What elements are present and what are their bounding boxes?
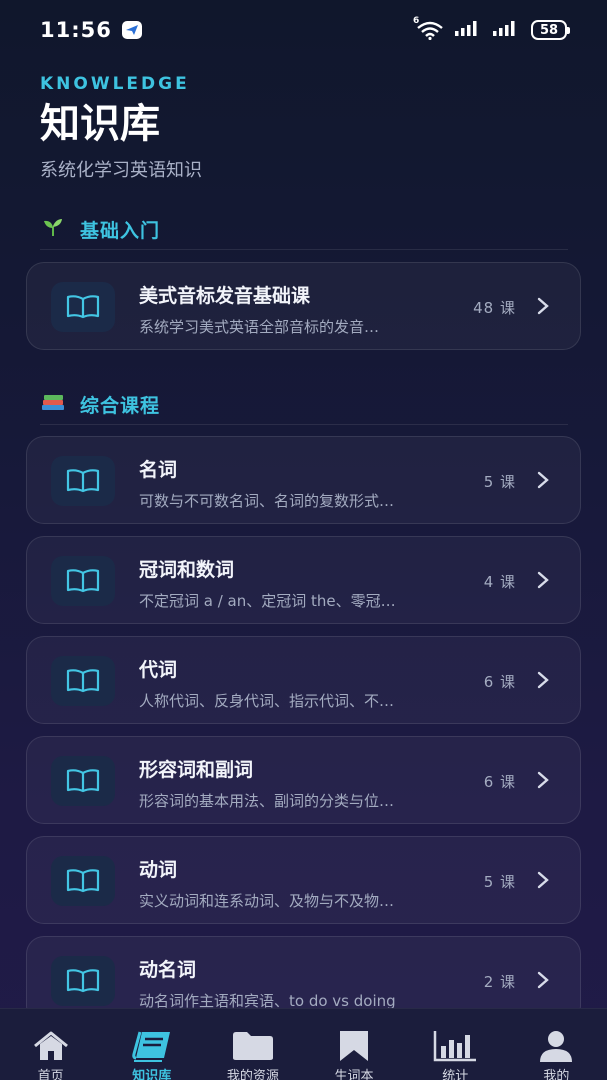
page-subtitle: 系统化学习英语知识 <box>40 160 202 181</box>
tab-me[interactable]: 我的 <box>508 1029 604 1080</box>
tab-my-resources[interactable]: 我的资源 <box>205 1029 301 1080</box>
card-text: 名词 可数与不可数名词、名词的复数形式… <box>139 455 469 511</box>
chevron-right-icon <box>537 871 549 889</box>
open-book-icon <box>51 656 115 706</box>
chevron-right-icon <box>537 571 549 589</box>
card-title: 美式音标发音基础课 <box>139 285 311 307</box>
card-text: 美式音标发音基础课 系统学习美式英语全部音标的发音… <box>139 281 469 337</box>
section-title: 基础入门 <box>80 220 161 242</box>
card-title: 代词 <box>139 659 178 681</box>
lesson-count: 6 课 <box>483 673 516 691</box>
notification-app-icon <box>121 21 142 39</box>
course-card-pronouns[interactable]: 代词 人称代词、反身代词、指示代词、不… 6 课 <box>26 636 581 724</box>
page-header: KNOWLEDGE 知识库 系统化学习英语知识 <box>40 74 202 182</box>
card-text: 形容词和副词 形容词的基本用法、副词的分类与位… <box>139 755 469 811</box>
tab-label: 知识库 <box>132 1069 172 1080</box>
card-description: 人称代词、反身代词、指示代词、不… <box>139 692 395 710</box>
user-icon <box>534 1029 578 1063</box>
open-book-icon <box>51 756 115 806</box>
card-description: 实义动词和连系动词、及物与不及物… <box>139 892 395 910</box>
page-eyebrow: KNOWLEDGE <box>40 74 190 94</box>
course-card-nouns[interactable]: 名词 可数与不可数名词、名词的复数形式… 5 课 <box>26 436 581 524</box>
bottom-tab-bar: 首页 知识库 我的资源 生词本 统计 我的 <box>0 1008 607 1080</box>
tab-statistics[interactable]: 统计 <box>407 1029 503 1080</box>
tab-knowledge[interactable]: 知识库 <box>104 1029 200 1080</box>
open-book-icon <box>51 856 115 906</box>
lesson-count: 6 课 <box>483 773 516 791</box>
card-description: 形容词的基本用法、副词的分类与位… <box>139 792 395 810</box>
page-title: 知识库 <box>40 101 160 147</box>
wifi-icon: 6 <box>413 16 443 40</box>
books-icon <box>40 392 66 417</box>
open-book-icon <box>51 556 115 606</box>
lesson-count: 2 课 <box>483 973 516 991</box>
section-header-comprehensive: 综合课程 <box>40 385 568 425</box>
card-description: 系统学习美式英语全部音标的发音… <box>139 318 380 336</box>
lesson-count: 4 课 <box>483 573 516 591</box>
chevron-right-icon <box>537 971 549 989</box>
status-left: 11:56 <box>40 18 142 42</box>
chevron-right-icon <box>537 297 549 315</box>
tab-home[interactable]: 首页 <box>3 1029 99 1080</box>
open-book-icon <box>51 956 115 1006</box>
section-title: 综合课程 <box>80 395 161 417</box>
card-title: 形容词和副词 <box>139 759 254 781</box>
section-header-basics: 基础入门 <box>40 210 568 250</box>
tab-label: 首页 <box>37 1069 64 1080</box>
course-card-articles-numerals[interactable]: 冠词和数词 不定冠词 a / an、定冠词 the、零冠… 4 课 <box>26 536 581 624</box>
card-text: 动词 实义动词和连系动词、及物与不及物… <box>139 855 469 911</box>
card-title: 冠词和数词 <box>139 559 235 581</box>
chevron-right-icon <box>537 471 549 489</box>
card-description: 不定冠词 a / an、定冠词 the、零冠… <box>139 592 396 610</box>
open-book-icon <box>51 456 115 506</box>
tab-vocabulary[interactable]: 生词本 <box>306 1029 402 1080</box>
lesson-count: 5 课 <box>483 873 516 891</box>
folder-icon <box>231 1029 275 1063</box>
chevron-right-icon <box>537 771 549 789</box>
tab-label: 统计 <box>442 1069 469 1080</box>
card-text: 冠词和数词 不定冠词 a / an、定冠词 the、零冠… <box>139 555 469 611</box>
card-text: 代词 人称代词、反身代词、指示代词、不… <box>139 655 469 711</box>
book-icon <box>130 1029 174 1063</box>
status-bar: 11:56 6 58 <box>0 0 607 60</box>
signal-icon-1 <box>455 20 481 40</box>
card-title: 动词 <box>139 859 178 881</box>
card-text: 动名词 动名词作主语和宾语、to do vs doing <box>139 955 469 1011</box>
chevron-right-icon <box>537 671 549 689</box>
signal-icon-2 <box>493 20 519 40</box>
course-card-verbs[interactable]: 动词 实义动词和连系动词、及物与不及物… 5 课 <box>26 836 581 924</box>
status-time: 11:56 <box>40 18 112 42</box>
course-card-phonetics[interactable]: 美式音标发音基础课 系统学习美式英语全部音标的发音… 48 课 <box>26 262 581 350</box>
tab-label: 生词本 <box>334 1069 374 1080</box>
battery-indicator: 58 <box>531 20 570 40</box>
card-description: 可数与不可数名词、名词的复数形式… <box>139 492 395 510</box>
lesson-count: 48 课 <box>473 299 516 317</box>
card-title: 动名词 <box>139 959 197 981</box>
tab-label: 我的资源 <box>226 1069 279 1080</box>
home-icon <box>29 1029 73 1063</box>
bar-chart-icon <box>433 1029 477 1063</box>
bookmark-icon <box>332 1029 376 1063</box>
card-title: 名词 <box>139 459 178 481</box>
seedling-icon <box>40 217 66 242</box>
status-right: 6 58 <box>413 16 570 40</box>
tab-label: 我的 <box>543 1069 570 1080</box>
lesson-count: 5 课 <box>483 473 516 491</box>
course-card-adjectives-adverbs[interactable]: 形容词和副词 形容词的基本用法、副词的分类与位… 6 课 <box>26 736 581 824</box>
open-book-icon <box>51 282 115 332</box>
